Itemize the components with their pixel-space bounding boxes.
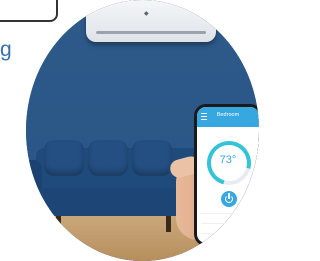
phone-screen: Bedroom 73° xyxy=(197,107,259,243)
settings-row[interactable] xyxy=(201,213,255,222)
settings-row[interactable] xyxy=(201,223,255,232)
room-title: Bedroom xyxy=(216,112,240,118)
app-header: Bedroom xyxy=(197,107,259,127)
day-selector xyxy=(197,127,259,129)
couch-cushion xyxy=(88,140,128,176)
couch-cushion xyxy=(132,140,172,176)
couch-leg xyxy=(56,216,61,232)
ac-vent xyxy=(96,31,206,34)
product-photo: ◆ Bedroom 73° xyxy=(26,0,259,261)
air-conditioner-unit: ◆ xyxy=(86,0,216,42)
couch-cushion xyxy=(44,140,84,176)
power-button-icon[interactable] xyxy=(221,191,237,207)
settings-row[interactable] xyxy=(201,233,255,242)
ac-logo-icon: ◆ xyxy=(144,11,149,17)
couch-leg xyxy=(166,216,171,232)
smartphone: Bedroom 73° xyxy=(194,104,259,246)
temperature-readout: 73° xyxy=(219,154,237,166)
side-text: g xyxy=(0,38,12,61)
